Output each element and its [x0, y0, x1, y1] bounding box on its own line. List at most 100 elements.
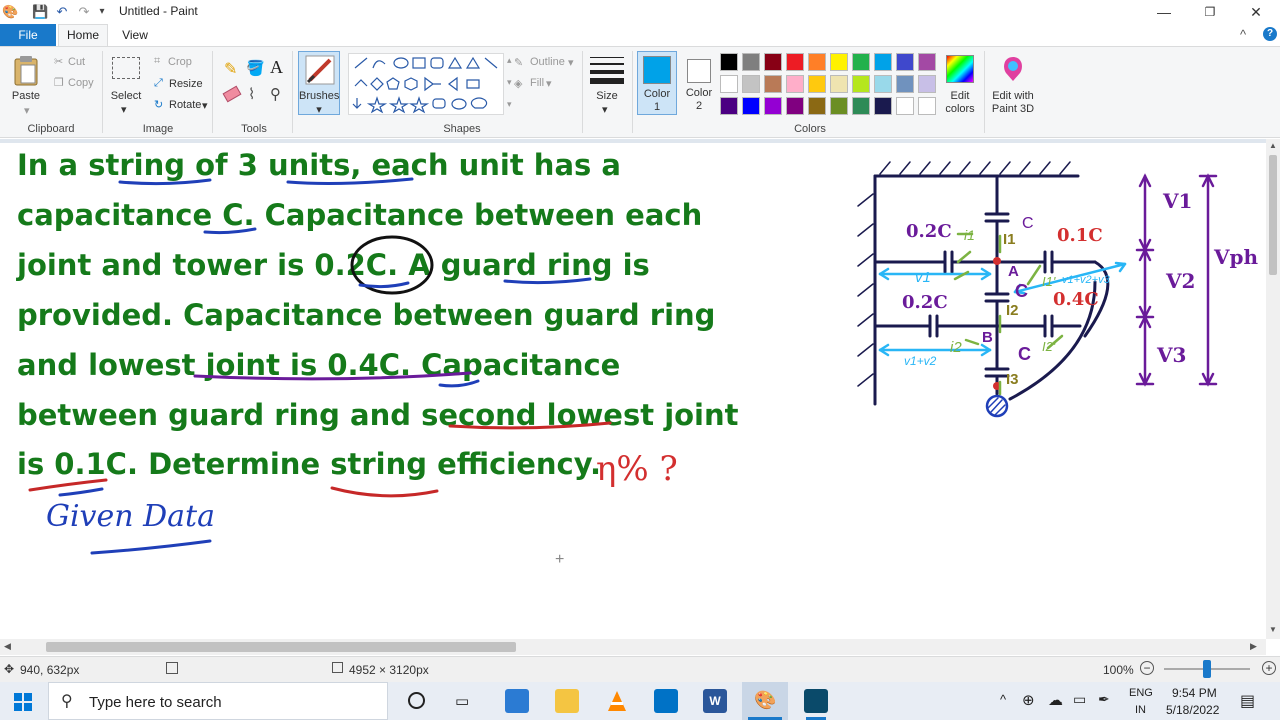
palette-swatch[interactable] [720, 75, 738, 93]
file-explorer-icon[interactable] [555, 689, 579, 713]
color2-button[interactable]: Color 2 [680, 51, 718, 115]
network-globe-icon[interactable]: ⊕ [1022, 691, 1035, 709]
palette-swatch[interactable] [874, 97, 892, 115]
help-icon[interactable]: ? [1263, 27, 1277, 41]
cortana-icon[interactable] [408, 692, 425, 709]
magnifier-icon[interactable]: ⚲ [270, 85, 281, 103]
show-hidden-icons[interactable]: ^ [1000, 692, 1006, 707]
tab-view[interactable]: View [112, 24, 158, 46]
zoom-slider-thumb[interactable] [1203, 660, 1211, 678]
palette-swatch[interactable] [918, 97, 936, 115]
brushes-button[interactable]: Brushes ▾ [298, 51, 340, 116]
palette-swatch[interactable] [874, 75, 892, 93]
palette-swatch[interactable] [830, 75, 848, 93]
color-picker-icon[interactable]: ⌇ [248, 85, 255, 103]
palette-swatch[interactable] [808, 75, 826, 93]
rotate-button[interactable]: Rotate [169, 99, 201, 111]
vertical-scrollbar[interactable]: ▲ ▼ [1266, 139, 1280, 639]
palette-swatch[interactable] [742, 53, 760, 71]
palette-swatch[interactable] [918, 53, 936, 71]
paint3d-label-1[interactable]: Edit with [990, 90, 1036, 102]
select-button[interactable]: Select [108, 90, 144, 102]
color1-button[interactable]: Color 1 [637, 51, 677, 115]
fill-button[interactable]: Fill [530, 77, 544, 89]
shapes-gallery[interactable] [348, 53, 504, 115]
palette-swatch[interactable] [852, 97, 870, 115]
notifications-icon[interactable]: ▤ [1240, 691, 1255, 711]
palette-swatch[interactable] [786, 75, 804, 93]
language-bottom[interactable]: IN [1135, 704, 1146, 716]
calculator-icon[interactable] [505, 689, 529, 713]
save-icon[interactable]: 💾 [32, 4, 48, 20]
resize-button[interactable]: Resize [169, 78, 203, 90]
collapse-ribbon-icon[interactable]: ^ [1240, 27, 1246, 42]
outline-button[interactable]: Outline [530, 56, 565, 68]
palette-swatch[interactable] [896, 75, 914, 93]
palette-swatch[interactable] [808, 97, 826, 115]
clock-date[interactable]: 5/18/2022 [1166, 703, 1219, 717]
palette-swatch[interactable] [852, 75, 870, 93]
edit-colors-label-1[interactable]: Edit [940, 90, 980, 102]
redo-icon[interactable]: ↷ [76, 4, 92, 20]
minimize-button[interactable]: — [1141, 0, 1187, 24]
screen-recorder-icon[interactable] [804, 689, 828, 713]
vertical-scroll-thumb[interactable] [1269, 155, 1277, 275]
palette-swatch[interactable] [764, 75, 782, 93]
paint3d-icon[interactable] [1000, 55, 1026, 83]
eraser-icon[interactable] [222, 85, 242, 103]
pen-icon[interactable]: ✒ [1098, 691, 1110, 708]
palette-swatch[interactable] [896, 53, 914, 71]
palette-swatch[interactable] [720, 97, 738, 115]
word-icon[interactable]: W [703, 689, 727, 713]
palette-swatch[interactable] [786, 97, 804, 115]
palette-swatch[interactable] [808, 53, 826, 71]
color-palette[interactable] [720, 53, 940, 119]
copy-button[interactable]: Copy [68, 77, 94, 89]
palette-swatch[interactable] [874, 53, 892, 71]
horizontal-scrollbar[interactable]: ◀ ▶ [0, 639, 1266, 655]
zoom-out-button[interactable]: − [1140, 661, 1154, 675]
palette-swatch[interactable] [896, 97, 914, 115]
horizontal-scroll-thumb[interactable] [46, 642, 516, 652]
palette-swatch[interactable] [742, 97, 760, 115]
customize-toolbar-icon[interactable]: ▾ [94, 4, 110, 20]
task-view-icon[interactable]: ▭ [455, 692, 469, 710]
mail-icon[interactable] [654, 689, 678, 713]
undo-icon[interactable]: ↶ [54, 4, 70, 20]
palette-swatch[interactable] [830, 53, 848, 71]
battery-icon[interactable]: ▭ [1073, 691, 1086, 708]
size-button[interactable]: Size [588, 90, 626, 102]
zoom-in-button[interactable]: + [1262, 661, 1276, 675]
tab-file[interactable]: File [0, 24, 56, 46]
pencil-icon[interactable]: ✎ [224, 59, 237, 79]
onedrive-icon[interactable]: ☁ [1048, 691, 1063, 709]
cut-button[interactable]: Cut [68, 56, 85, 68]
palette-swatch[interactable] [720, 53, 738, 71]
edit-colors-icon[interactable] [946, 55, 974, 83]
palette-swatch[interactable] [764, 53, 782, 71]
taskbar-search[interactable]: ⚲ Type here to search [48, 682, 388, 720]
language-top[interactable]: ENG [1129, 687, 1153, 699]
palette-swatch[interactable] [742, 75, 760, 93]
palette-swatch[interactable] [830, 97, 848, 115]
palette-swatch[interactable] [852, 53, 870, 71]
palette-swatch[interactable] [918, 75, 936, 93]
text-tool-icon[interactable]: A [270, 57, 283, 78]
fill-bucket-icon[interactable]: 🪣 [246, 59, 265, 77]
tab-home[interactable]: Home [58, 24, 108, 47]
clock-time[interactable]: 9:54 PM [1172, 686, 1217, 700]
paste-button[interactable] [13, 55, 39, 87]
size-icon[interactable] [590, 55, 624, 85]
canvas[interactable]: In a string of 3 units, each unit has a … [0, 139, 1266, 639]
edit-colors-label-2[interactable]: colors [940, 103, 980, 115]
crop-button[interactable]: Crop [168, 56, 192, 68]
vlc-icon[interactable] [605, 689, 629, 713]
paint-app-icon[interactable]: 🎨 [2, 4, 18, 20]
palette-swatch[interactable] [786, 53, 804, 71]
select-icon[interactable] [112, 57, 140, 79]
close-button[interactable]: ✕ [1233, 0, 1279, 24]
windows-start-icon[interactable] [14, 693, 32, 711]
paint3d-label-2[interactable]: Paint 3D [990, 103, 1036, 115]
palette-swatch[interactable] [764, 97, 782, 115]
paint-taskbar-button[interactable]: 🎨 [742, 682, 788, 720]
